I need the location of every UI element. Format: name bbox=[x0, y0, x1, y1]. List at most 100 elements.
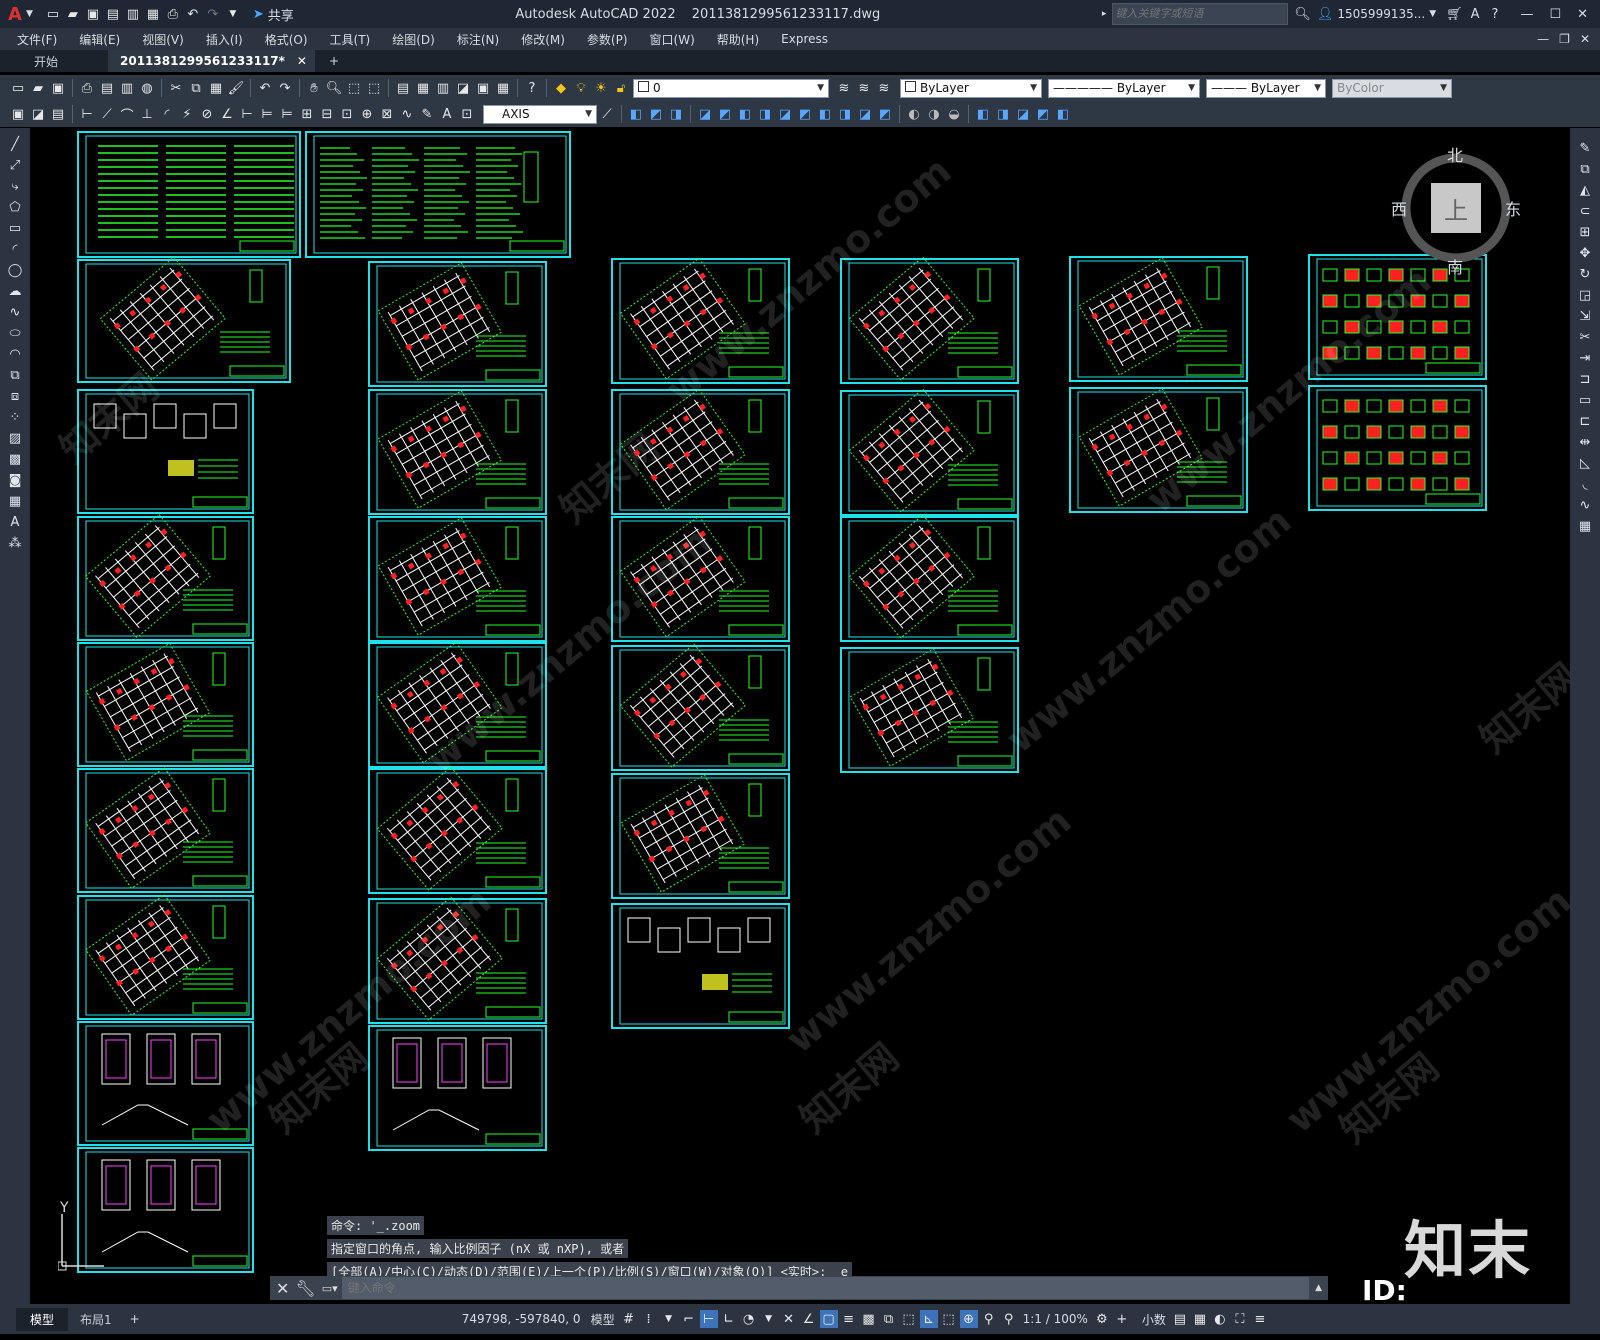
grid-icon[interactable]: # bbox=[620, 1310, 638, 1328]
layer-on-icon[interactable]: 💡︎ bbox=[572, 79, 590, 97]
spline-icon[interactable]: ∿ bbox=[5, 303, 25, 322]
construction-line-icon[interactable]: ⤢ bbox=[5, 156, 25, 175]
doc-restore-button[interactable]: ❐ bbox=[1559, 32, 1570, 46]
menu-parameters[interactable]: 参数(P) bbox=[576, 31, 639, 48]
trim-icon[interactable]: ✂ bbox=[1575, 328, 1595, 347]
model-space-toggle[interactable]: 模型 bbox=[591, 1311, 615, 1328]
units-readout[interactable]: 小数 bbox=[1142, 1311, 1166, 1328]
dynamic-input-icon[interactable]: ⊢ bbox=[699, 1310, 718, 1328]
help-icon[interactable]: ? bbox=[1492, 7, 1499, 22]
user-dropdown-icon[interactable]: ▼ bbox=[1429, 9, 1436, 19]
plot-icon[interactable]: ⎙ bbox=[164, 5, 182, 23]
add-layout-button[interactable]: + bbox=[130, 1312, 140, 1326]
extrude-icon[interactable]: ◪ bbox=[696, 105, 714, 123]
drawing-sheet[interactable] bbox=[305, 131, 571, 258]
infer-constraints-icon[interactable]: ⌐ bbox=[680, 1310, 698, 1328]
markup-icon[interactable]: ▣ bbox=[474, 79, 492, 97]
autodesk-a360-icon[interactable]: A bbox=[1471, 7, 1480, 22]
save-toolbar-icon[interactable]: ▣ bbox=[49, 79, 67, 97]
ellipse-arc-icon[interactable]: ◠ bbox=[5, 345, 25, 364]
move-icon[interactable]: ✥ bbox=[1575, 244, 1595, 263]
paste-icon[interactable]: ▦ bbox=[207, 79, 225, 97]
dim-override-icon[interactable]: ⊡ bbox=[458, 105, 476, 123]
dim-break-icon[interactable]: ⊟ bbox=[318, 105, 336, 123]
cut-icon[interactable]: ✂ bbox=[167, 79, 185, 97]
ucs-face-icon[interactable]: ◩ bbox=[1034, 105, 1052, 123]
customize-dropdown-icon[interactable]: ▼ bbox=[224, 5, 242, 23]
baseline-dim-icon[interactable]: ⊨ bbox=[258, 105, 276, 123]
clean-screen-icon[interactable]: ⛶ bbox=[1231, 1310, 1249, 1328]
isolate-objects-icon[interactable]: ▦ bbox=[1191, 1310, 1209, 1328]
render-icon[interactable]: ◑ bbox=[925, 105, 943, 123]
layer-states-icon[interactable]: ≋ bbox=[875, 79, 893, 97]
menu-format[interactable]: 格式(O) bbox=[254, 31, 319, 48]
search-icon[interactable]: 🔍︎ bbox=[1294, 7, 1311, 22]
app-menu-dropdown-icon[interactable]: ▼ bbox=[26, 9, 33, 19]
annotation-scale[interactable]: 1:1 / 100% bbox=[1023, 1312, 1088, 1326]
undo-toolbar-icon[interactable]: ↶ bbox=[256, 79, 274, 97]
object-snap-icon[interactable]: ▢ bbox=[819, 1310, 838, 1328]
drawing-sheet[interactable] bbox=[77, 1021, 254, 1146]
quick-dim-icon[interactable]: ⊢ bbox=[238, 105, 256, 123]
save-as-icon[interactable]: ▤ bbox=[104, 5, 122, 23]
tool-palettes-icon[interactable]: ▥ bbox=[434, 79, 452, 97]
selection-cycling-icon[interactable]: ⧉ bbox=[880, 1310, 898, 1328]
zoom-previous-icon[interactable]: ⬚ bbox=[365, 79, 383, 97]
tolerance-icon[interactable]: ⊡ bbox=[338, 105, 356, 123]
loft-icon[interactable]: ◨ bbox=[756, 105, 774, 123]
user-icon[interactable]: 👤︎ bbox=[1317, 7, 1334, 22]
line-icon[interactable]: ╱ bbox=[5, 135, 25, 154]
drawing-sheet[interactable] bbox=[840, 388, 1019, 516]
drawing-sheet[interactable] bbox=[368, 641, 547, 768]
sweep-icon[interactable]: ◧ bbox=[736, 105, 754, 123]
polygon-icon[interactable]: ⬠ bbox=[5, 198, 25, 217]
drawing-sheet[interactable] bbox=[77, 642, 254, 767]
table-icon[interactable]: ▦ bbox=[5, 492, 25, 511]
thicken-icon[interactable]: ◪ bbox=[856, 105, 874, 123]
box-icon[interactable]: ◧ bbox=[627, 105, 645, 123]
drawing-sheet[interactable] bbox=[611, 388, 790, 515]
web-mobile-save-icon[interactable]: ▦ bbox=[144, 5, 162, 23]
drawing-sheet[interactable] bbox=[611, 773, 790, 899]
layer-properties-icon[interactable]: ◆ bbox=[552, 79, 570, 97]
share-label[interactable]: 共享 bbox=[268, 5, 294, 24]
section-icon[interactable]: ◧ bbox=[816, 105, 834, 123]
circle-icon[interactable]: ◯ bbox=[5, 261, 25, 280]
selection-filter-icon[interactable]: ⬚ bbox=[940, 1310, 958, 1328]
layer-dropdown[interactable]: 0 ▼ bbox=[633, 78, 829, 98]
linetype-dropdown[interactable]: ————— ByLayer ▼ bbox=[1048, 78, 1200, 98]
color-dropdown[interactable]: ByLayer ▼ bbox=[900, 78, 1042, 98]
insert-block-icon[interactable]: ⧉ bbox=[5, 366, 25, 385]
drawing-sheet[interactable] bbox=[368, 896, 547, 1024]
zoom-realtime-icon[interactable]: 🔍︎ bbox=[325, 79, 343, 97]
arc-icon[interactable]: ◜ bbox=[5, 240, 25, 259]
menu-dimension[interactable]: 标注(N) bbox=[446, 31, 510, 48]
point-icon[interactable]: ⁘ bbox=[5, 408, 25, 427]
array-icon[interactable]: ⊞ bbox=[1575, 223, 1595, 242]
arc-length-icon[interactable]: ⌒ bbox=[118, 105, 136, 124]
drawing-sheet[interactable] bbox=[77, 894, 254, 1020]
doc-close-button[interactable]: ✕ bbox=[1580, 32, 1590, 46]
share-icon[interactable]: ➤ bbox=[253, 7, 264, 22]
join-lines-icon[interactable]: ⇹ bbox=[1575, 433, 1595, 452]
save-icon[interactable]: ▣ bbox=[84, 5, 102, 23]
ucs-icon[interactable]: ◧ bbox=[974, 105, 992, 123]
stretch-icon[interactable]: ⇲ bbox=[1575, 307, 1595, 326]
search-expand-icon[interactable]: ▸ bbox=[1102, 9, 1107, 19]
menu-edit[interactable]: 编辑(E) bbox=[68, 31, 131, 48]
visual-style-icon[interactable]: ◐ bbox=[905, 105, 923, 123]
radius-dim-icon[interactable]: ◜ bbox=[158, 105, 176, 123]
ucs-previous-icon[interactable]: ◪ bbox=[1014, 105, 1032, 123]
slice-icon[interactable]: ◩ bbox=[796, 105, 814, 123]
drawing-sheet[interactable] bbox=[368, 261, 547, 387]
mtext-icon[interactable]: A bbox=[5, 513, 25, 532]
command-history-toggle-icon[interactable]: ▲ bbox=[1315, 1283, 1322, 1293]
coordinates-readout[interactable]: 749798, -597840, 0 bbox=[462, 1312, 581, 1326]
new-tab-button[interactable]: + bbox=[329, 54, 339, 68]
drawing-sheet[interactable] bbox=[368, 516, 547, 642]
copy-icon[interactable]: ⧉ bbox=[187, 79, 205, 97]
sheet-set-icon[interactable]: ◪ bbox=[454, 79, 472, 97]
viewcube-face-top[interactable]: 上 bbox=[1431, 183, 1481, 233]
menu-draw[interactable]: 绘图(D) bbox=[381, 31, 446, 48]
publish-icon[interactable]: ▥ bbox=[118, 79, 136, 97]
